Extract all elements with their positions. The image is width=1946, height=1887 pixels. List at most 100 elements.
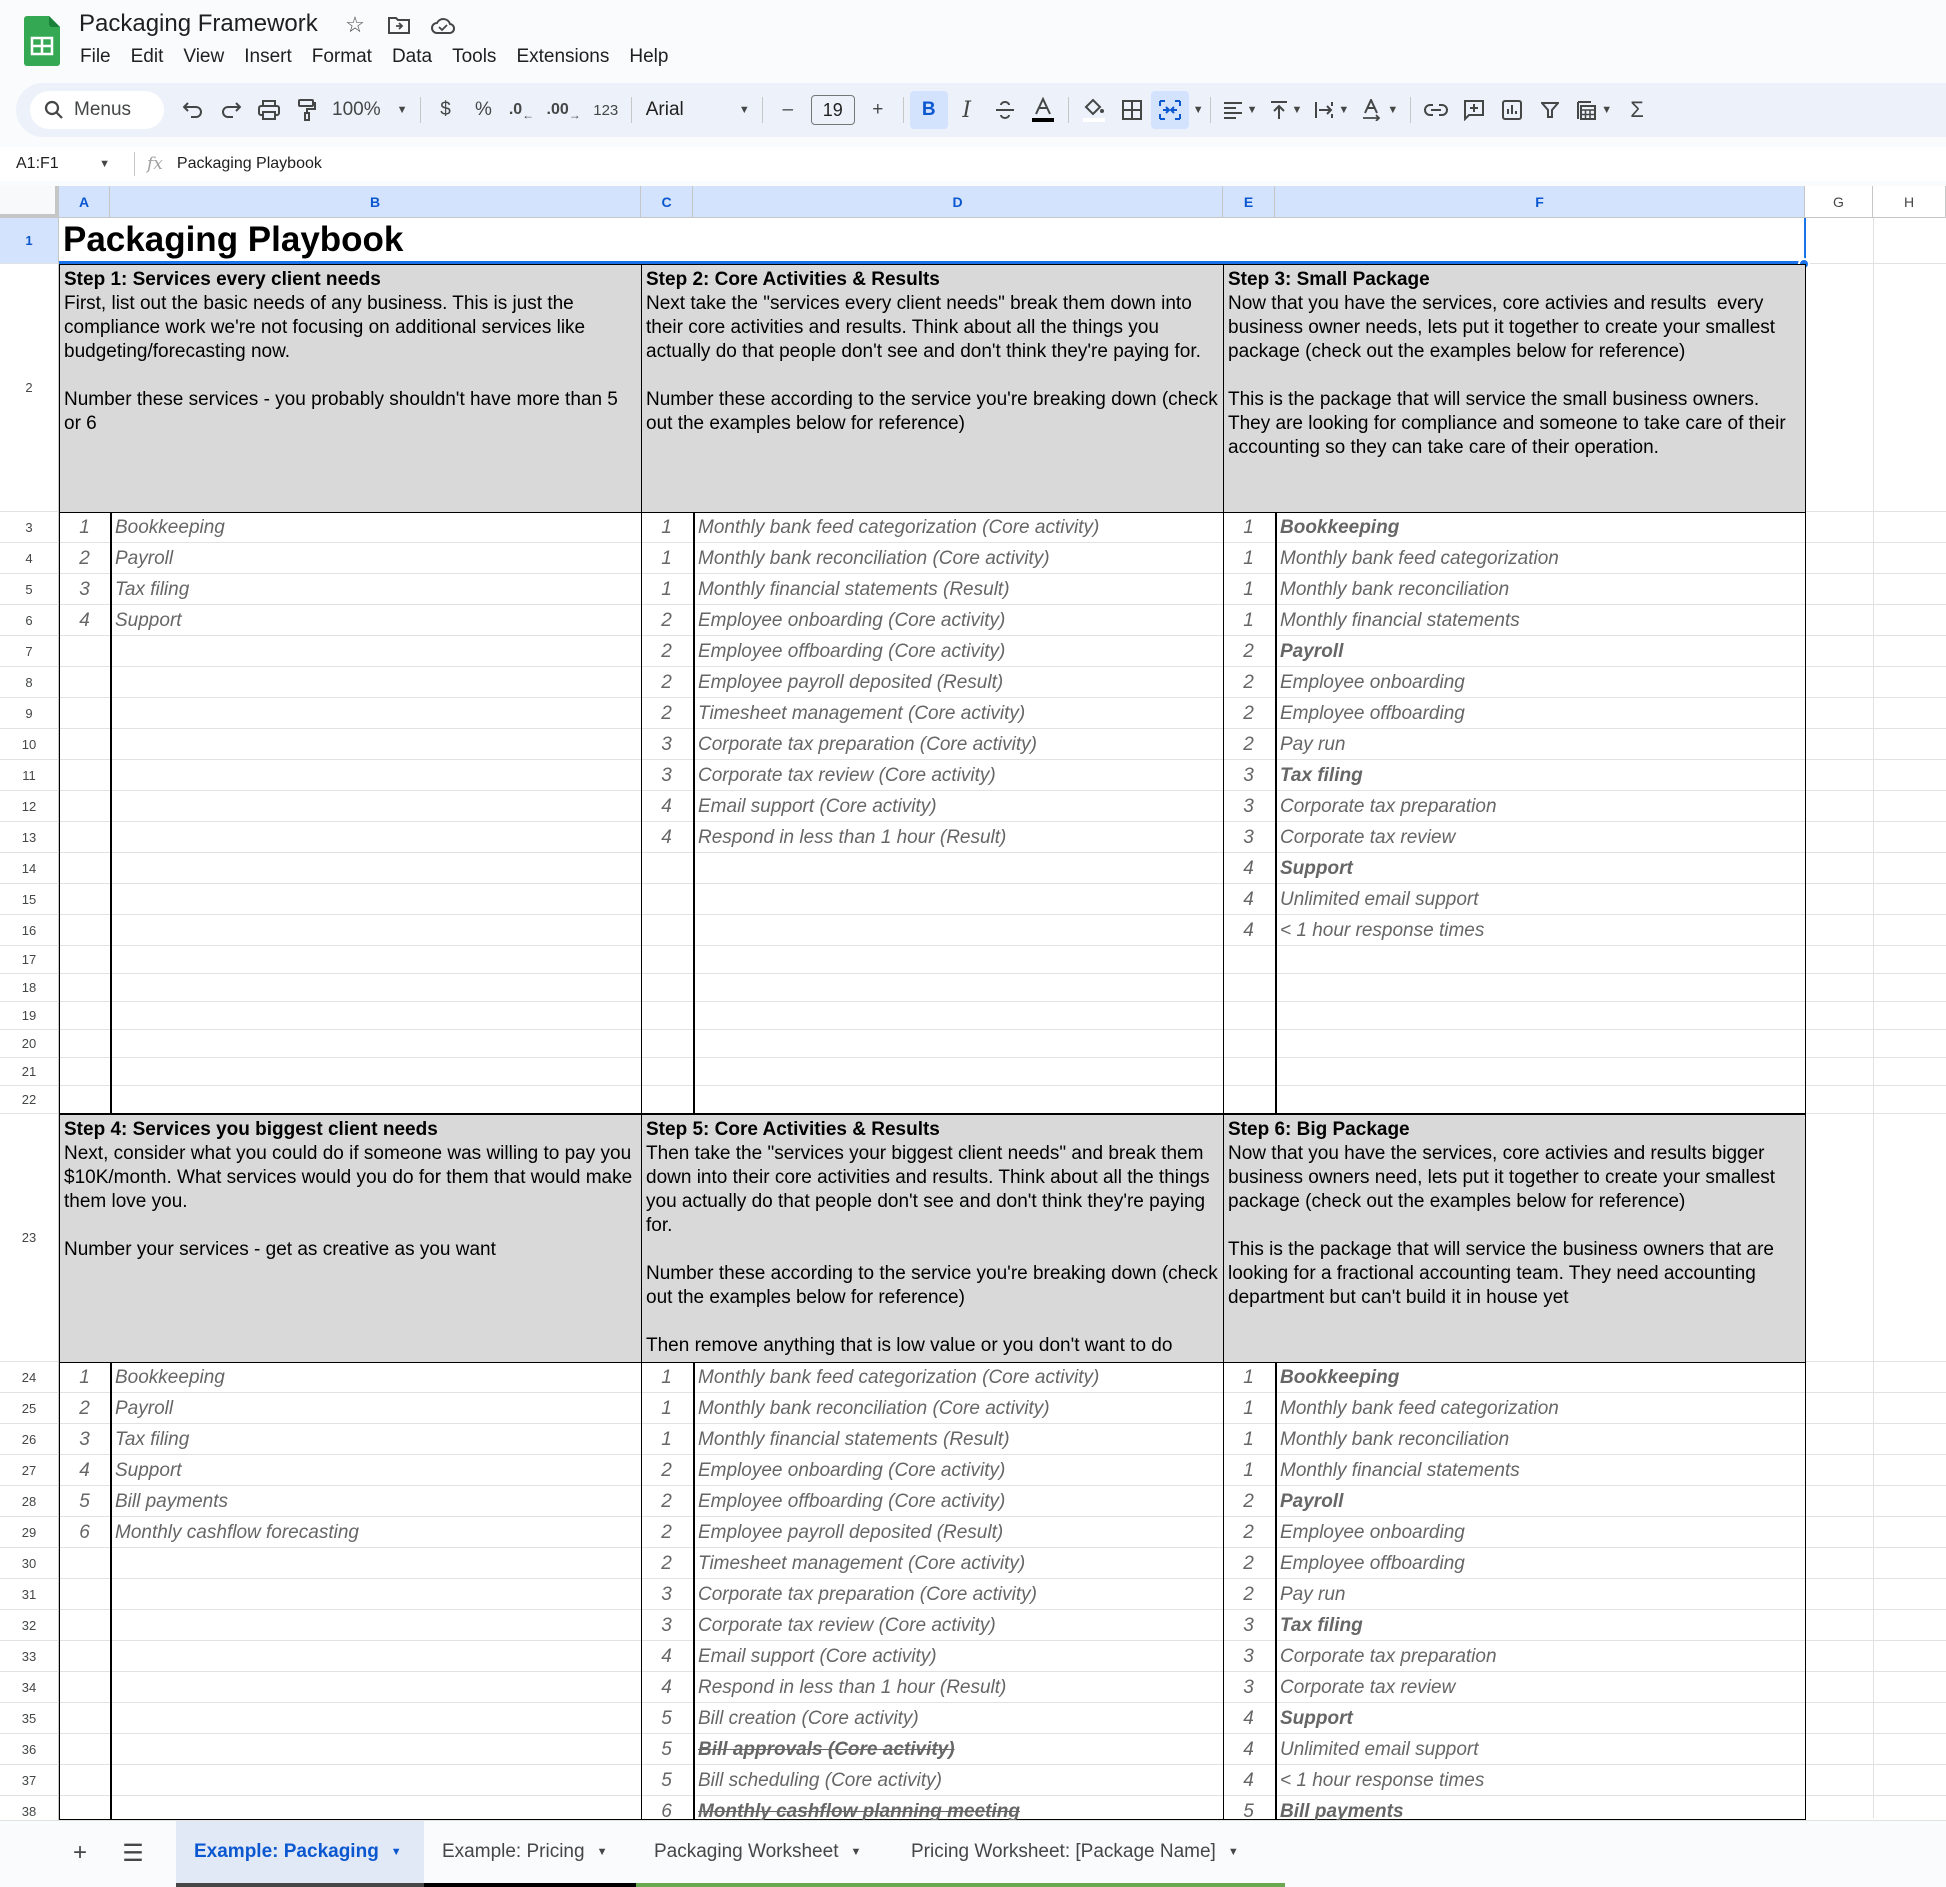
activity-number[interactable]: 2 [641, 605, 692, 636]
row-header-21[interactable]: 21 [0, 1058, 59, 1086]
zoom-select[interactable]: 100% ▼ [326, 91, 414, 129]
package-number[interactable]: 2 [1223, 1486, 1274, 1517]
package-number[interactable]: 2 [1223, 1579, 1274, 1610]
row-header-23[interactable]: 23 [0, 1114, 59, 1362]
star-icon[interactable]: ☆ [342, 12, 368, 38]
activity-item[interactable]: Employee offboarding (Core activity) [693, 636, 1223, 667]
select-all-corner[interactable] [0, 186, 59, 218]
service-item[interactable]: Payroll [110, 1393, 641, 1424]
row-header-15[interactable]: 15 [0, 884, 59, 915]
service-item[interactable]: Bookkeeping [110, 1362, 641, 1393]
fill-color-button[interactable] [1075, 91, 1113, 129]
activity-item[interactable]: Monthly financial statements (Result) [693, 1424, 1223, 1455]
add-sheet-button[interactable]: + [62, 1835, 98, 1871]
redo-button[interactable] [212, 91, 250, 129]
menu-help[interactable]: Help [619, 44, 678, 70]
activity-item[interactable]: Monthly financial statements (Result) [693, 574, 1223, 605]
package-item[interactable]: < 1 hour response times [1275, 915, 1805, 946]
activity-number[interactable]: 3 [641, 1610, 692, 1641]
package-item[interactable]: Bookkeeping [1275, 512, 1805, 543]
package-item[interactable]: Bookkeeping [1275, 1362, 1805, 1393]
activity-number[interactable]: 3 [641, 1579, 692, 1610]
package-number[interactable]: 1 [1223, 543, 1274, 574]
package-item[interactable]: Bill payments [1275, 1796, 1805, 1820]
instruction-cell-step-4[interactable]: Step 4: Services you biggest client need… [59, 1114, 642, 1363]
sheet-tab[interactable]: Example: Packaging ▼ [176, 1821, 424, 1887]
activity-item[interactable]: Employee payroll deposited (Result) [693, 1517, 1223, 1548]
activity-number[interactable]: 1 [641, 1424, 692, 1455]
text-wrapping-button[interactable]: ▼ [1308, 91, 1355, 129]
row-header-32[interactable]: 32 [0, 1610, 59, 1641]
row-header-33[interactable]: 33 [0, 1641, 59, 1672]
package-number[interactable]: 2 [1223, 667, 1274, 698]
activity-number[interactable]: 2 [641, 636, 692, 667]
functions-button[interactable]: Σ [1618, 91, 1656, 129]
package-number[interactable]: 2 [1223, 636, 1274, 667]
package-item[interactable]: Monthly bank reconciliation [1275, 1424, 1805, 1455]
activity-item[interactable]: Bill scheduling (Core activity) [693, 1765, 1223, 1796]
package-item[interactable]: Corporate tax preparation [1275, 791, 1805, 822]
italic-button[interactable]: I [948, 91, 986, 129]
activity-number[interactable]: 1 [641, 512, 692, 543]
row-header-35[interactable]: 35 [0, 1703, 59, 1734]
row-header-4[interactable]: 4 [0, 543, 59, 574]
package-number[interactable]: 1 [1223, 1393, 1274, 1424]
activity-item[interactable]: Corporate tax review (Core activity) [693, 1610, 1223, 1641]
package-number[interactable]: 1 [1223, 1362, 1274, 1393]
row-header-7[interactable]: 7 [0, 636, 59, 667]
package-number[interactable]: 4 [1223, 1703, 1274, 1734]
activity-item[interactable]: Corporate tax preparation (Core activity… [693, 729, 1223, 760]
activity-number[interactable]: 5 [641, 1734, 692, 1765]
merge-options-chevron-icon[interactable]: ▼ [1193, 104, 1204, 116]
service-number[interactable]: 5 [59, 1486, 110, 1517]
activity-number[interactable]: 1 [641, 1393, 692, 1424]
package-item[interactable]: Employee onboarding [1275, 667, 1805, 698]
column-header-c[interactable]: C [641, 186, 693, 218]
service-number[interactable]: 1 [59, 512, 110, 543]
decrease-font-size-button[interactable]: – [769, 91, 807, 129]
row-header-24[interactable]: 24 [0, 1362, 59, 1393]
package-number[interactable]: 4 [1223, 884, 1274, 915]
text-rotation-button[interactable]: ▼ [1355, 91, 1404, 129]
activity-item[interactable]: Employee onboarding (Core activity) [693, 1455, 1223, 1486]
package-item[interactable]: Employee offboarding [1275, 1548, 1805, 1579]
service-number[interactable]: 4 [59, 1455, 110, 1486]
activity-number[interactable]: 3 [641, 729, 692, 760]
column-header-f[interactable]: F [1275, 186, 1805, 218]
strikethrough-button[interactable] [986, 91, 1024, 129]
activity-number[interactable]: 6 [641, 1796, 692, 1820]
package-number[interactable]: 2 [1223, 1548, 1274, 1579]
service-item[interactable]: Tax filing [110, 1424, 641, 1455]
increase-font-size-button[interactable]: + [859, 91, 897, 129]
row-header-2[interactable]: 2 [0, 264, 59, 512]
menu-edit[interactable]: Edit [121, 44, 174, 70]
package-number[interactable]: 3 [1223, 791, 1274, 822]
package-number[interactable]: 4 [1223, 1734, 1274, 1765]
horizontal-align-button[interactable]: ▼ [1217, 91, 1264, 129]
package-item[interactable]: Monthly financial statements [1275, 605, 1805, 636]
instruction-cell-step-3[interactable]: Step 3: Small Package Now that you have t… [1223, 264, 1806, 513]
package-item[interactable]: Employee offboarding [1275, 698, 1805, 729]
activity-item[interactable]: Monthly bank reconciliation (Core activi… [693, 543, 1223, 574]
package-number[interactable]: 1 [1223, 512, 1274, 543]
package-number[interactable]: 1 [1223, 574, 1274, 605]
instruction-cell-step-6[interactable]: Step 6: Big Package Now that you have the… [1223, 1114, 1806, 1363]
column-header-b[interactable]: B [110, 186, 641, 218]
format-currency-button[interactable]: $ [427, 91, 465, 129]
package-item[interactable]: Payroll [1275, 1486, 1805, 1517]
package-number[interactable]: 1 [1223, 1455, 1274, 1486]
row-header-14[interactable]: 14 [0, 853, 59, 884]
package-number[interactable]: 3 [1223, 1610, 1274, 1641]
row-header-30[interactable]: 30 [0, 1548, 59, 1579]
row-header-19[interactable]: 19 [0, 1002, 59, 1030]
row-header-10[interactable]: 10 [0, 729, 59, 760]
service-item[interactable]: Support [110, 1455, 641, 1486]
package-number[interactable]: 5 [1223, 1796, 1274, 1820]
menu-view[interactable]: View [173, 44, 234, 70]
activity-number[interactable]: 4 [641, 1672, 692, 1703]
row-header-26[interactable]: 26 [0, 1424, 59, 1455]
row-header-9[interactable]: 9 [0, 698, 59, 729]
activity-item[interactable]: Timesheet management (Core activity) [693, 1548, 1223, 1579]
row-header-3[interactable]: 3 [0, 512, 59, 543]
row-header-20[interactable]: 20 [0, 1030, 59, 1058]
